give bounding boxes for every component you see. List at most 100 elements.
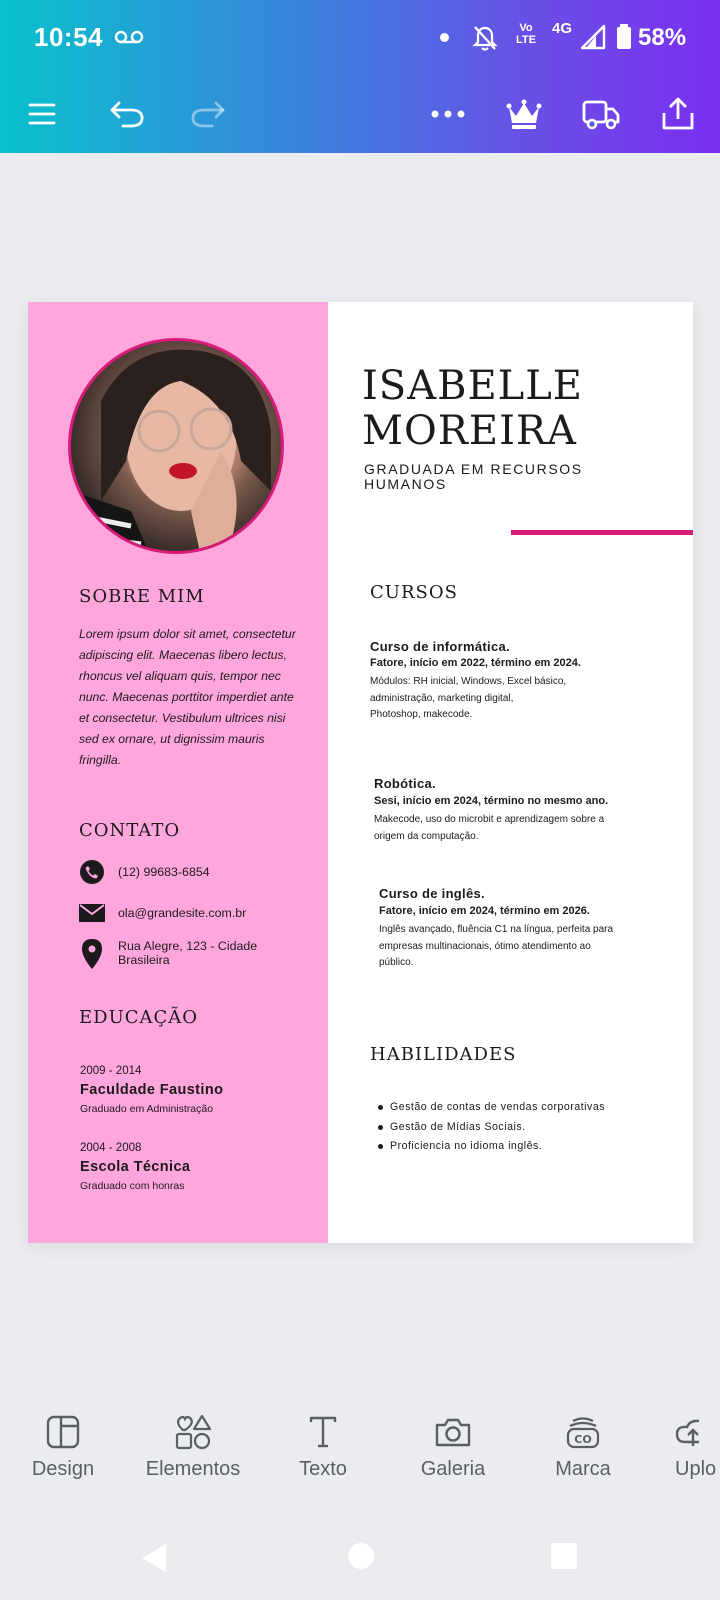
envelope-icon	[79, 904, 105, 922]
course-desc-line: origem da computação.	[374, 830, 479, 842]
undo-icon	[110, 101, 144, 128]
contact-address-line1: Rua Alegre, 123 - Cidade	[118, 939, 258, 953]
course-sub[interactable]: Sesi, início em 2024, término no mesmo a…	[374, 795, 608, 807]
tool-label: Galeria	[420, 1458, 486, 1480]
shapes-icon	[175, 1414, 212, 1450]
resume-subtitle[interactable]: GRADUADA EM RECURSOS HUMANOS	[364, 462, 664, 492]
about-text[interactable]: Lorem ipsum dolor sit amet, consectetur …	[79, 624, 301, 771]
share-button[interactable]	[654, 90, 702, 138]
resume-page[interactable]: SOBRE MIM Lorem ipsum dolor sit amet, co…	[28, 302, 693, 1243]
tool-label: Marca	[555, 1458, 611, 1480]
tool-label: Elementos	[145, 1458, 241, 1480]
course-title[interactable]: Curso de inglês.	[379, 886, 485, 901]
volte-indicator: Vo LTE	[516, 22, 536, 46]
crown-icon	[506, 99, 542, 129]
app-header: 10:54 Vo LTE 4G 58%	[0, 0, 720, 153]
home-icon[interactable]	[347, 1542, 375, 1570]
profile-photo-image	[71, 349, 271, 551]
phone-icon	[80, 860, 104, 884]
course-desc[interactable]: Inglês avançado, fluência C1 na língua, …	[379, 922, 659, 972]
tool-gallery[interactable]: Galeria	[393, 1410, 513, 1481]
location-pin-icon	[82, 939, 102, 969]
redo-icon	[191, 101, 225, 128]
delivery-truck-icon	[582, 100, 620, 130]
course-desc-line: empresas multinacionais, ótimo atendimen…	[379, 940, 591, 952]
print-delivery-button[interactable]	[577, 90, 625, 138]
contact-phone: (12) 99683-6854	[118, 865, 210, 879]
layout-icon	[46, 1415, 80, 1449]
education-name[interactable]: Escola Técnica	[80, 1159, 190, 1175]
editor-toolbar	[0, 76, 720, 153]
notification-dot-icon	[440, 33, 449, 42]
more-button[interactable]	[424, 90, 472, 138]
status-time: 10:54	[34, 22, 103, 52]
system-nav-bar	[0, 1520, 720, 1600]
resume-name[interactable]: ISABELLE MOREIRA	[362, 364, 583, 454]
course-sub[interactable]: Fatore, início em 2022, término em 2024.	[370, 657, 581, 669]
network-type: 4G	[552, 20, 573, 37]
course-sub[interactable]: Fatore, início em 2024, término em 2026.	[379, 905, 590, 917]
camera-icon	[435, 1418, 471, 1447]
course-desc-line: Inglês avançado, fluência C1 na língua, …	[379, 924, 614, 935]
battery-icon	[617, 24, 631, 49]
course-desc-line: público.	[379, 957, 414, 968]
contact-email: ola@grandesite.com.br	[118, 906, 247, 920]
volte-line1: Vo	[519, 22, 533, 34]
back-icon[interactable]	[140, 1542, 168, 1574]
undo-button[interactable]	[103, 90, 151, 138]
tool-label: Texto	[299, 1458, 347, 1480]
skill-item: Gestão de Mídias Sociais.	[378, 1118, 605, 1138]
tool-brand[interactable]: CO Marca	[523, 1410, 643, 1481]
about-title[interactable]: SOBRE MIM	[79, 586, 205, 607]
contact-address-line2: Brasileira	[118, 953, 170, 967]
course-title[interactable]: Robótica.	[374, 776, 436, 791]
contact-address: Rua Alegre, 123 - Cidade Brasileira	[118, 938, 257, 967]
editor-bottom-tools: Design Elementos Texto Galeria CO Marca …	[0, 1410, 720, 1500]
education-desc[interactable]: Graduado em Administração	[80, 1103, 213, 1115]
tool-label: Design	[31, 1458, 95, 1480]
accent-divider[interactable]	[511, 530, 693, 535]
courses-title[interactable]: CURSOS	[370, 582, 458, 603]
volte-line2: LTE	[516, 34, 536, 46]
course-title[interactable]: Curso de informática.	[370, 639, 510, 654]
education-title[interactable]: EDUCAÇÃO	[79, 1007, 198, 1028]
education-years[interactable]: 2004 - 2008	[80, 1142, 141, 1154]
share-upload-icon	[662, 97, 694, 130]
course-desc[interactable]: Makecode, uso do microbit e aprendizagem…	[374, 812, 654, 845]
menu-button[interactable]	[18, 90, 66, 138]
brand-icon: CO	[566, 1417, 600, 1449]
skill-item: Proficiencia no idioma inglês.	[378, 1137, 605, 1157]
course-desc-line: Photoshop, makecode.	[370, 709, 473, 720]
resume-name-line2: MOREIRA	[362, 408, 577, 454]
bell-off-icon	[472, 26, 498, 51]
education-name[interactable]: Faculdade Faustino	[80, 1082, 223, 1098]
recents-icon[interactable]	[550, 1542, 578, 1570]
tool-elements[interactable]: Elementos	[133, 1410, 253, 1481]
skills-title[interactable]: HABILIDADES	[370, 1044, 516, 1065]
more-horizontal-icon	[431, 110, 465, 118]
resume-sidebar[interactable]: SOBRE MIM Lorem ipsum dolor sit amet, co…	[28, 302, 328, 1243]
tool-design[interactable]: Design	[3, 1410, 123, 1481]
contact-phone-row[interactable]: (12) 99683-6854	[79, 859, 210, 885]
tool-label: Uplo	[675, 1458, 717, 1480]
contact-address-row[interactable]: Rua Alegre, 123 - Cidade Brasileira	[79, 938, 257, 970]
redo-button[interactable]	[184, 90, 232, 138]
status-bar: 10:54 Vo LTE 4G 58%	[0, 0, 720, 76]
course-desc-line: Módulos: RH inicial, Windows, Excel bási…	[370, 676, 567, 687]
profile-photo[interactable]	[68, 338, 284, 554]
education-desc[interactable]: Graduado com honras	[80, 1180, 184, 1192]
text-icon	[309, 1416, 337, 1448]
svg-text:CO: CO	[574, 1433, 591, 1446]
premium-button[interactable]	[500, 90, 548, 138]
course-desc[interactable]: Módulos: RH inicial, Windows, Excel bási…	[370, 674, 640, 724]
education-years[interactable]: 2009 - 2014	[80, 1065, 141, 1077]
contact-email-row[interactable]: ola@grandesite.com.br	[79, 900, 246, 926]
course-desc-line: administração, marketing digital,	[370, 692, 514, 704]
contact-title[interactable]: CONTATO	[79, 820, 180, 841]
tool-text[interactable]: Texto	[263, 1410, 383, 1481]
signal-icon	[580, 24, 606, 50]
course-desc-line: Makecode, uso do microbit e aprendizagem…	[374, 814, 605, 825]
battery-percent: 58%	[638, 24, 687, 51]
skills-list[interactable]: Gestão de contas de vendas corporativas …	[378, 1098, 605, 1157]
tool-uploads[interactable]: Uplo	[653, 1410, 720, 1481]
